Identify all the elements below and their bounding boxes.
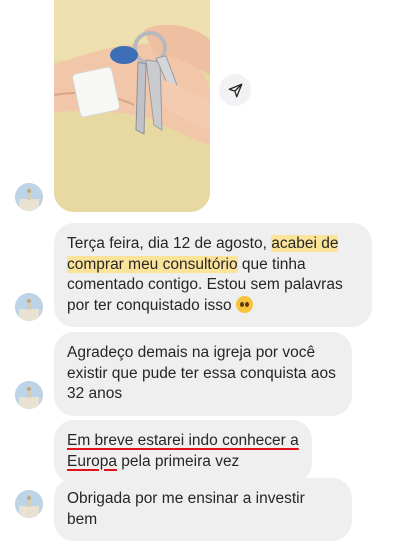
- message-bubble[interactable]: Agradeço demais na igreja por você exist…: [54, 332, 352, 416]
- message-text: Agradeço demais na igreja por você exist…: [67, 344, 336, 402]
- avatar[interactable]: [15, 293, 43, 321]
- keys-photo-illustration: [54, 0, 210, 212]
- send-icon: [228, 83, 242, 97]
- shared-photo-keys[interactable]: [54, 0, 210, 212]
- message-bubble[interactable]: Obrigada por me ensinar a investir bem: [54, 478, 352, 541]
- message-text: Terça feira, dia 12 de agosto,: [67, 235, 272, 252]
- message-text: pela primeira vez: [116, 452, 240, 470]
- underlined-text: Em breve estarei indo conhecer a: [67, 432, 299, 449]
- avatar[interactable]: [15, 183, 43, 211]
- avatar-image: [15, 293, 43, 321]
- avatar[interactable]: [15, 381, 43, 409]
- message-text: Obrigada por me ensinar a investir bem: [67, 490, 305, 528]
- avatar[interactable]: [15, 490, 43, 518]
- message-bubble[interactable]: Em breve estarei indo conhecer a Europa …: [54, 420, 312, 483]
- share-button[interactable]: [219, 74, 251, 106]
- avatar-image: [15, 183, 43, 211]
- pleading-face-emoji: [235, 295, 253, 313]
- message-bubble[interactable]: Terça feira, dia 12 de agosto, acabei de…: [54, 223, 372, 327]
- avatar-image: [15, 381, 43, 409]
- underlined-text: Europa: [67, 452, 117, 470]
- avatar-image: [15, 490, 43, 518]
